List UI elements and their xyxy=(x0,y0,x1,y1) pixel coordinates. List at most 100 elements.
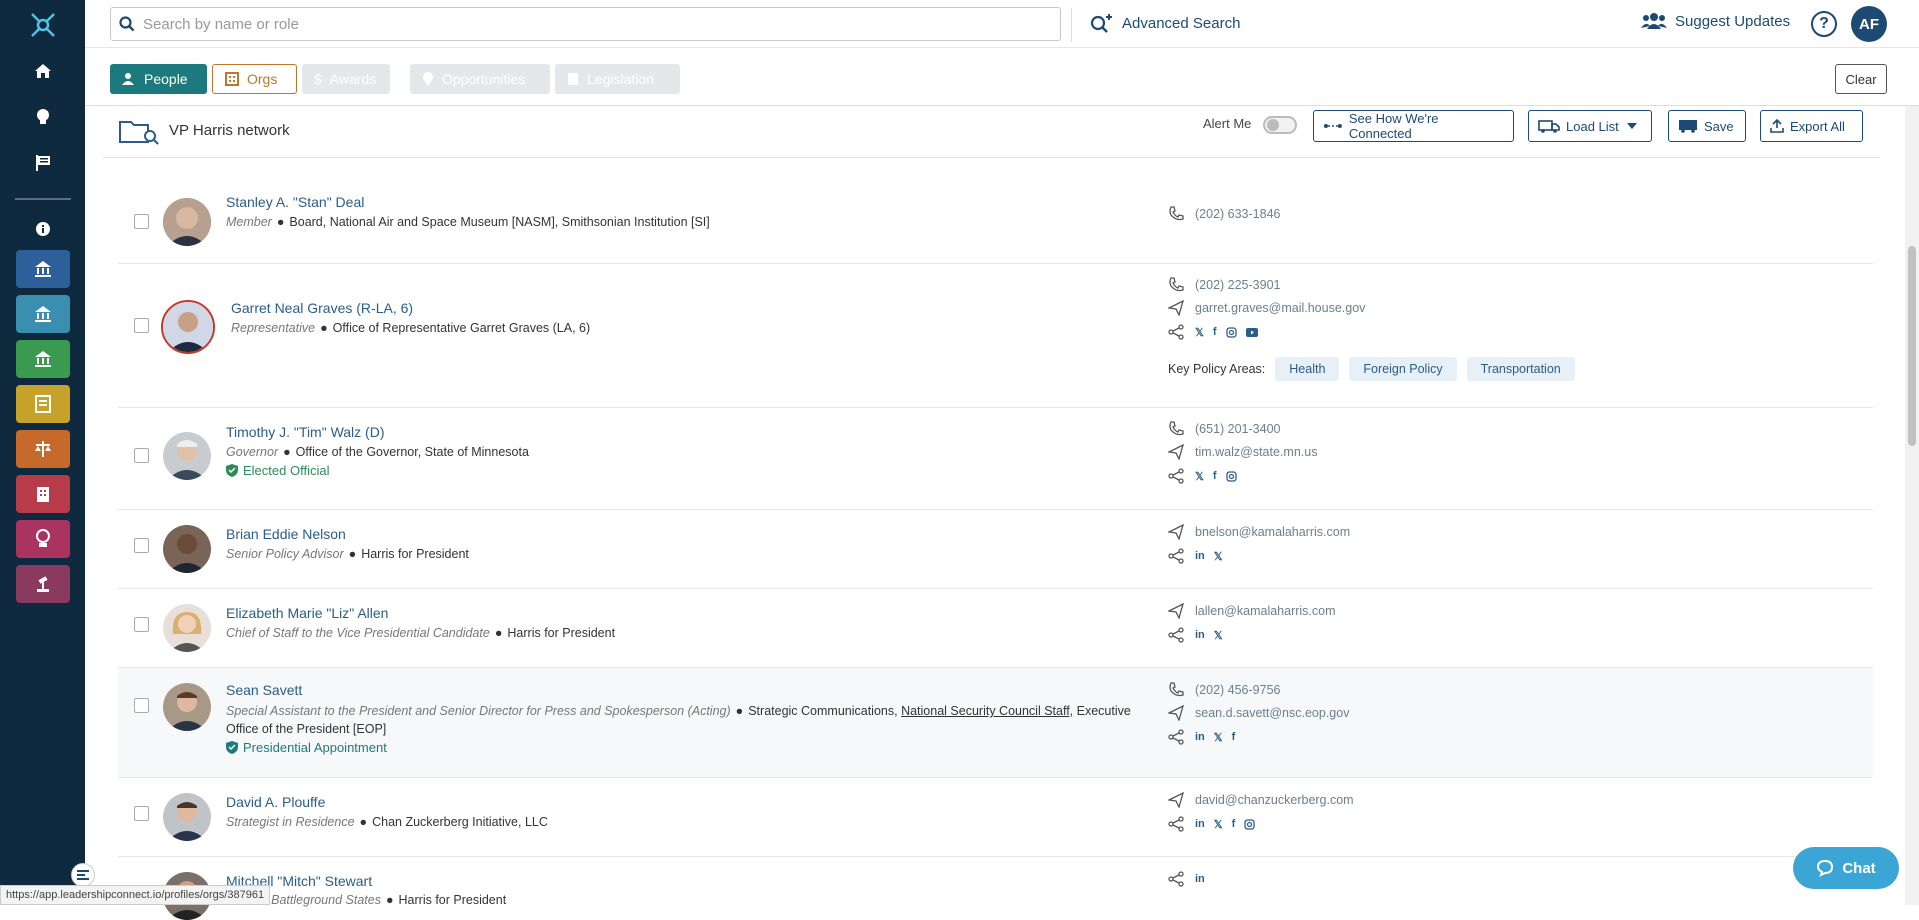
alert-me-toggle[interactable] xyxy=(1263,116,1297,134)
linkedin-icon[interactable]: in xyxy=(1195,873,1205,885)
x-icon[interactable]: 𝕏 xyxy=(1195,326,1204,339)
phone-number[interactable]: (202) 633-1846 xyxy=(1195,207,1280,221)
help-icon[interactable]: ? xyxy=(1811,11,1837,37)
email-contact[interactable]: garret.graves@mail.house.gov xyxy=(1168,300,1365,316)
linkedin-icon[interactable]: in xyxy=(1195,629,1205,641)
email-address[interactable]: garret.graves@mail.house.gov xyxy=(1195,301,1365,315)
facebook-icon[interactable]: f xyxy=(1213,326,1217,338)
row-checkbox[interactable] xyxy=(134,318,149,333)
user-avatar[interactable]: AF xyxy=(1851,6,1887,42)
chat-button[interactable]: Chat xyxy=(1793,847,1899,889)
email-contact[interactable]: lallen@kamalaharris.com xyxy=(1168,603,1336,619)
scrollbar[interactable] xyxy=(1905,106,1919,905)
facebook-icon[interactable]: f xyxy=(1232,731,1236,743)
row-checkbox[interactable] xyxy=(134,448,149,463)
advanced-search-button[interactable]: Advanced Search xyxy=(1090,12,1240,34)
load-list-button[interactable]: Load List xyxy=(1528,110,1652,142)
list-item[interactable]: Timothy J. "Tim" Walz (D) Governor ● Offic… xyxy=(118,408,1873,510)
linkedin-icon[interactable]: in xyxy=(1195,550,1205,562)
email-contact[interactable]: david@chanzuckerberg.com xyxy=(1168,792,1354,808)
person-name[interactable]: Elizabeth Marie "Liz" Allen xyxy=(226,605,388,621)
linkedin-icon[interactable]: in xyxy=(1195,818,1205,830)
person-org[interactable]: Harris for President xyxy=(361,547,469,561)
row-checkbox[interactable] xyxy=(134,617,149,632)
tab-awards[interactable]: $ Awards xyxy=(302,64,390,94)
flag-icon[interactable] xyxy=(0,140,85,186)
x-icon[interactable]: 𝕏 xyxy=(1214,550,1223,563)
clear-button[interactable]: Clear xyxy=(1835,64,1887,94)
justice-scale-tile-icon[interactable] xyxy=(15,430,70,468)
search-box[interactable] xyxy=(110,7,1061,41)
list-item[interactable]: Brian Eddie Nelson Senior Policy Advisor… xyxy=(118,510,1873,589)
tab-opportunities[interactable]: Opportunities xyxy=(410,64,550,94)
phone-contact[interactable]: (202) 225-3901 xyxy=(1168,277,1280,293)
email-address[interactable]: tim.walz@state.mn.us xyxy=(1195,445,1317,459)
org-link[interactable]: National Security Council Staff, xyxy=(901,704,1073,718)
person-name[interactable]: Sean Savett xyxy=(226,682,302,698)
email-contact[interactable]: sean.d.savett@nsc.eop.gov xyxy=(1168,705,1349,721)
lightbulb-icon[interactable] xyxy=(0,94,85,140)
person-org[interactable]: Chan Zuckerberg Initiative, LLC xyxy=(372,815,548,829)
policy-pill[interactable]: Health xyxy=(1275,357,1340,381)
row-checkbox[interactable] xyxy=(134,214,149,229)
city-building-tile-icon[interactable] xyxy=(15,475,70,513)
x-icon[interactable]: 𝕏 xyxy=(1195,470,1204,483)
export-all-button[interactable]: Export All xyxy=(1760,110,1863,142)
row-checkbox[interactable] xyxy=(134,538,149,553)
phone-number[interactable]: (651) 201-3400 xyxy=(1195,422,1280,436)
list-item[interactable]: Elizabeth Marie "Liz" Allen Chief of Sta… xyxy=(118,589,1873,668)
person-org[interactable]: Board, National Air and Space Museum [NA… xyxy=(289,215,709,229)
person-org-cont[interactable]: Executive xyxy=(1077,704,1131,718)
list-item[interactable]: Mitchell "Mitch" Stewart …or for Battleg… xyxy=(118,857,1873,920)
phone-contact[interactable]: (651) 201-3400 xyxy=(1168,421,1280,437)
email-contact[interactable]: bnelson@kamalaharris.com xyxy=(1168,524,1350,540)
email-address[interactable]: bnelson@kamalaharris.com xyxy=(1195,525,1350,539)
person-org[interactable]: Office of the Governor, State of Minneso… xyxy=(296,445,529,459)
linkedin-icon[interactable]: in xyxy=(1195,731,1205,743)
x-icon[interactable]: 𝕏 xyxy=(1214,629,1223,642)
facebook-icon[interactable]: f xyxy=(1213,470,1217,482)
policy-pill[interactable]: Foreign Policy xyxy=(1349,357,1457,381)
person-name[interactable]: Brian Eddie Nelson xyxy=(226,526,346,542)
phone-number[interactable]: (202) 225-3901 xyxy=(1195,278,1280,292)
x-icon[interactable]: 𝕏 xyxy=(1214,818,1223,831)
phone-number[interactable]: (202) 456-9756 xyxy=(1195,683,1280,697)
list-item[interactable]: Sean Savett Special Assistant to the Pre… xyxy=(118,668,1873,778)
agency-tile-icon[interactable] xyxy=(15,340,70,378)
row-checkbox[interactable] xyxy=(134,698,149,713)
phone-contact[interactable]: (202) 456-9756 xyxy=(1168,682,1280,698)
list-item[interactable]: Garret Neal Graves (R-LA, 6) Representat… xyxy=(118,264,1873,408)
list-item[interactable]: David A. Plouffe Strategist in Residence… xyxy=(118,778,1873,857)
home-icon[interactable] xyxy=(0,48,85,94)
tab-orgs[interactable]: Orgs xyxy=(212,64,297,94)
person-name[interactable]: David A. Plouffe xyxy=(226,794,325,810)
person-org[interactable]: Strategic Communications, xyxy=(748,704,897,718)
row-checkbox[interactable] xyxy=(134,806,149,821)
facebook-icon[interactable]: f xyxy=(1232,818,1236,830)
save-button[interactable]: Save xyxy=(1668,110,1746,142)
youtube-icon[interactable] xyxy=(1245,327,1258,337)
x-icon[interactable]: 𝕏 xyxy=(1214,731,1223,744)
tab-legislation[interactable]: Legislation xyxy=(555,64,680,94)
person-org-line2[interactable]: Office of the President [EOP] xyxy=(226,722,386,736)
email-address[interactable]: sean.d.savett@nsc.eop.gov xyxy=(1195,706,1349,720)
list-item[interactable]: Stanley A. "Stan" Deal Member ● Board, Nat… xyxy=(118,180,1873,264)
app-logo-icon[interactable] xyxy=(28,10,58,40)
instagram-icon[interactable] xyxy=(1225,470,1237,482)
info-icon[interactable] xyxy=(0,216,85,242)
search-input[interactable] xyxy=(143,15,1023,33)
person-org[interactable]: Office of Representative Garret Graves (… xyxy=(333,321,591,335)
person-name[interactable]: Timothy J. "Tim" Walz (D) xyxy=(226,424,384,440)
budget-tile-icon[interactable] xyxy=(15,385,70,423)
email-contact[interactable]: tim.walz@state.mn.us xyxy=(1168,444,1317,460)
phone-contact[interactable]: (202) 633-1846 xyxy=(1168,206,1280,222)
person-org[interactable]: Harris for President xyxy=(507,626,615,640)
capitol-tile-icon[interactable] xyxy=(15,250,70,288)
globe-podium-tile-icon[interactable] xyxy=(15,520,70,558)
person-name[interactable]: Garret Neal Graves (R-LA, 6) xyxy=(231,300,413,316)
gavel-tile-icon[interactable] xyxy=(15,565,70,603)
tab-people[interactable]: People xyxy=(110,64,207,94)
scroll-thumb[interactable] xyxy=(1908,246,1916,446)
see-connected-button[interactable]: See How We're Connected xyxy=(1313,110,1514,142)
instagram-icon[interactable] xyxy=(1225,326,1237,338)
